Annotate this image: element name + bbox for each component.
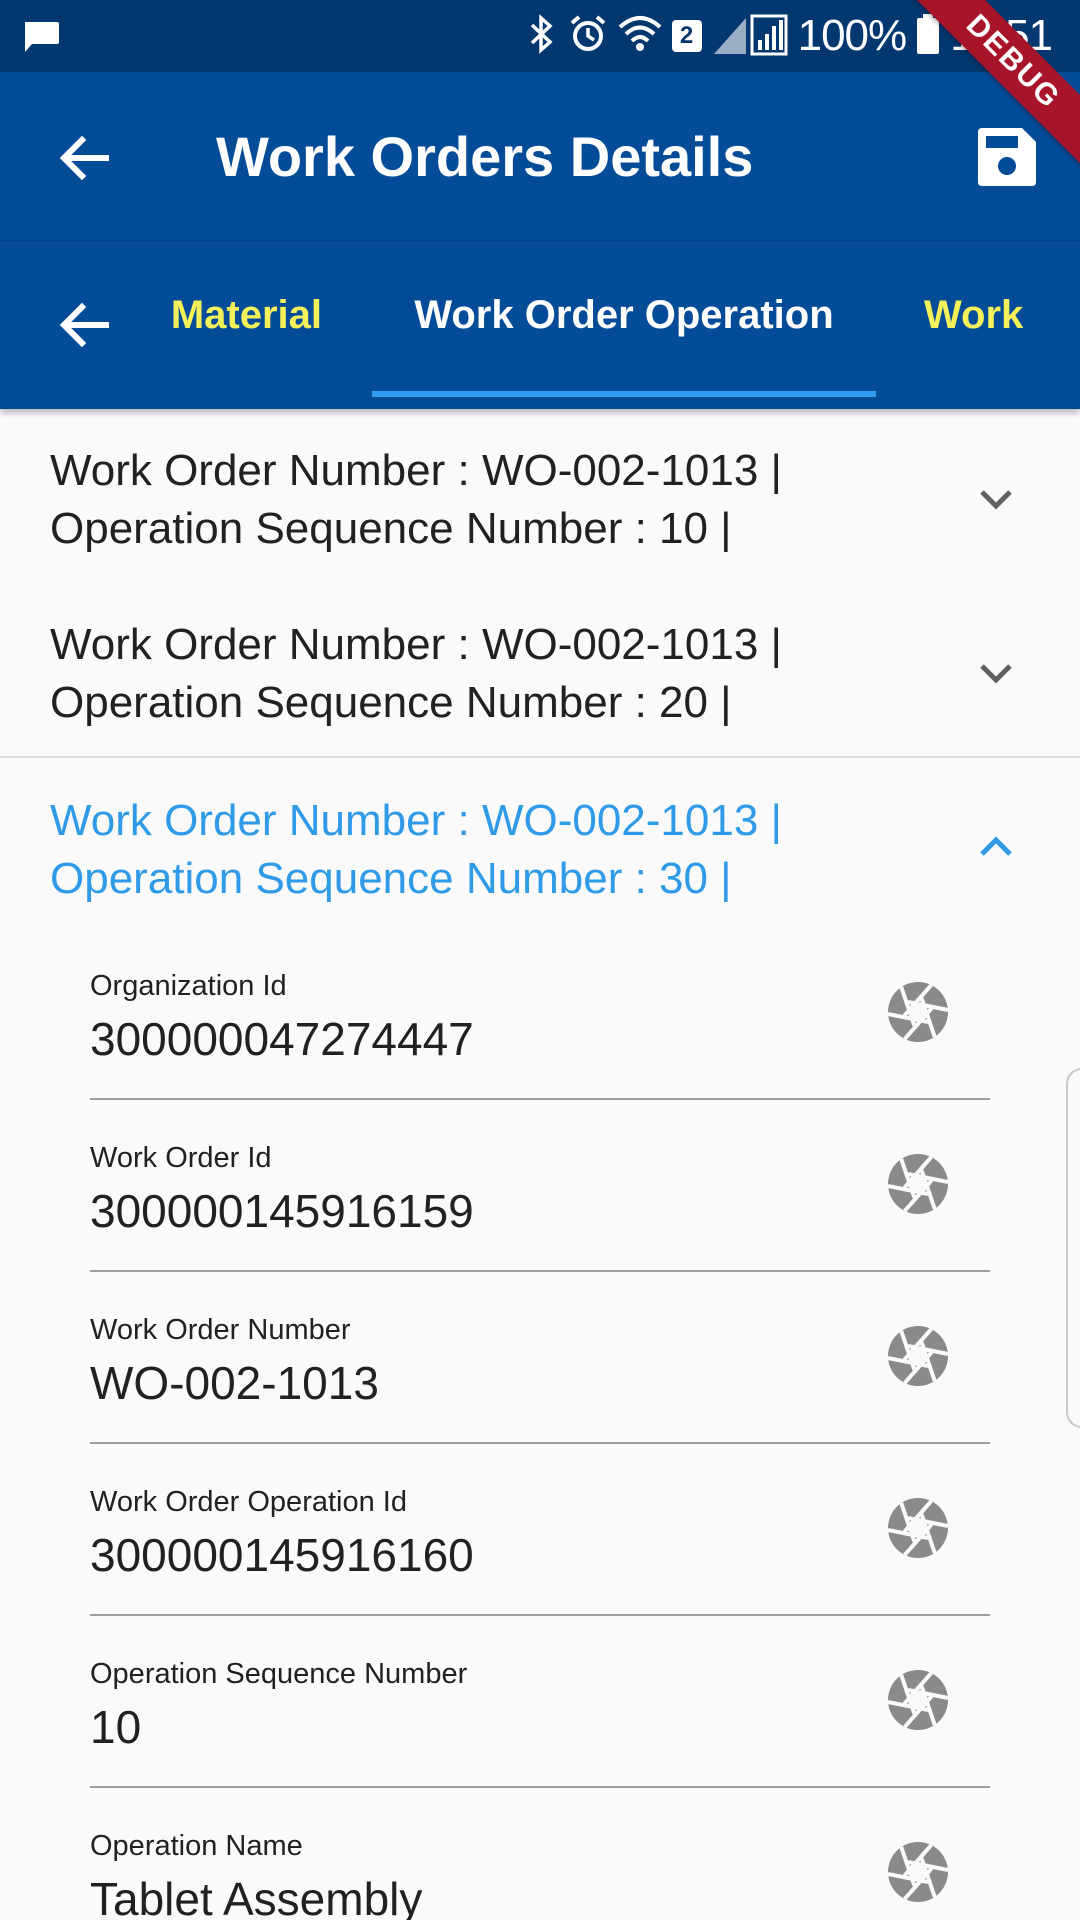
tab-back-arrow-icon[interactable]: [56, 297, 112, 353]
field-value: 10: [90, 1701, 142, 1753]
field-value: 300000047274447: [90, 1013, 474, 1065]
alarm-icon: [568, 14, 608, 59]
field-label: Work Order Id: [90, 1142, 272, 1174]
camera-shutter-icon[interactable]: [886, 1496, 950, 1560]
arrow-back-icon[interactable]: [56, 130, 112, 186]
chevron-down-icon[interactable]: [972, 474, 1020, 522]
tab-work-order-operation[interactable]: Work Order Operation: [372, 293, 876, 338]
tab-bar: Material Work Order Operation Work: [0, 240, 1080, 409]
operation-panel-title: Work Order Number : WO-002-1013 | Operat…: [50, 796, 782, 903]
camera-shutter-icon[interactable]: [886, 1668, 950, 1732]
tab-material[interactable]: Material: [160, 293, 322, 338]
signal-icon: [712, 12, 788, 61]
battery-percent: 100%: [797, 11, 908, 60]
field-work-order-operation-id[interactable]: Work Order Operation Id 300000145916160: [90, 1444, 990, 1616]
field-label: Work Order Number: [90, 1314, 351, 1346]
operation-panel-header[interactable]: Work Order Number : WO-002-1013 | Operat…: [0, 408, 1080, 582]
save-icon[interactable]: [978, 128, 1036, 186]
camera-shutter-icon[interactable]: [886, 1152, 950, 1216]
field-label: Work Order Operation Id: [90, 1486, 407, 1518]
field-value: WO-002-1013: [90, 1357, 379, 1409]
operation-panel-header-expanded[interactable]: Work Order Number : WO-002-1013 | Operat…: [0, 758, 1080, 932]
field-organization-id[interactable]: Organization Id 300000047274447: [90, 928, 990, 1100]
field-value: 300000145916159: [90, 1185, 474, 1237]
field-label: Operation Name: [90, 1830, 303, 1862]
status-bar: 2 100% 11:51: [0, 0, 1080, 72]
operation-panel-title: Work Order Number : WO-002-1013 | Operat…: [50, 620, 782, 727]
field-work-order-number[interactable]: Work Order Number WO-002-1013: [90, 1272, 990, 1444]
app-bar: Work Orders Details: [0, 72, 1080, 240]
field-operation-name[interactable]: Operation Name Tablet Assembly: [90, 1788, 990, 1920]
clock: 11:51: [950, 11, 1053, 60]
field-value: 300000145916160: [90, 1529, 474, 1581]
battery-icon: [916, 13, 940, 59]
tab-work[interactable]: Work: [924, 293, 1023, 338]
bluetooth-icon: [524, 13, 558, 59]
page-title: Work Orders Details: [216, 125, 754, 188]
wifi-icon: [618, 15, 662, 58]
camera-shutter-icon[interactable]: [886, 1324, 950, 1388]
chevron-up-icon[interactable]: [972, 824, 1020, 872]
camera-shutter-icon[interactable]: [886, 1840, 950, 1904]
field-work-order-id[interactable]: Work Order Id 300000145916159: [90, 1100, 990, 1272]
active-tab-indicator: [372, 391, 876, 397]
sim-badge: 2: [671, 20, 702, 52]
content-area: Work Order Number : WO-002-1013 | Operat…: [0, 408, 1080, 1920]
message-icon: [22, 20, 60, 59]
camera-shutter-icon[interactable]: [886, 980, 950, 1044]
operation-panel-title: Work Order Number : WO-002-1013 | Operat…: [50, 446, 782, 553]
chevron-down-icon[interactable]: [972, 648, 1020, 696]
field-label: Operation Sequence Number: [90, 1658, 468, 1690]
scroll-handle[interactable]: [1066, 1068, 1080, 1428]
field-operation-sequence-number[interactable]: Operation Sequence Number 10: [90, 1616, 990, 1788]
field-value: Tablet Assembly: [90, 1873, 423, 1920]
operation-panel-header[interactable]: Work Order Number : WO-002-1013 | Operat…: [0, 582, 1080, 756]
field-label: Organization Id: [90, 970, 287, 1002]
